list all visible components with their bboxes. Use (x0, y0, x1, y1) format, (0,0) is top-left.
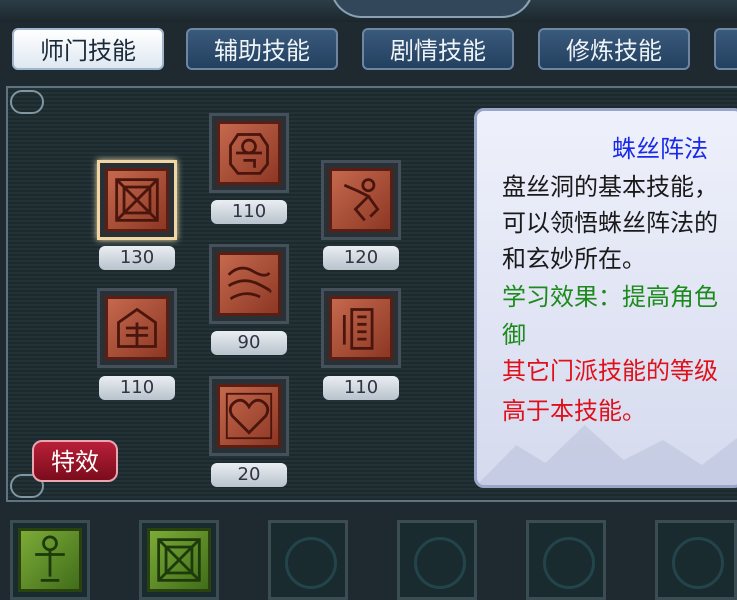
skill-level: 110 (323, 376, 399, 400)
web-swirl-icon (227, 266, 272, 300)
empty-slot-emblem-icon (672, 537, 724, 589)
skill-slot[interactable] (321, 160, 401, 240)
skill-detail-line: 其它门派技能的等级 (502, 357, 718, 385)
skill-level: 110 (99, 376, 175, 400)
skill-slot[interactable] (209, 376, 289, 456)
skill-detail-panel: 蛛丝阵法 盘丝洞的基本技能， 可以领悟蛛丝阵法的 和玄妙所在。 学习效果：提高角… (474, 108, 737, 488)
quickbar-slot[interactable] (139, 520, 219, 600)
quickbar-slot[interactable] (268, 520, 348, 600)
tab-cultivation-skills[interactable]: 修炼技能 (538, 28, 690, 70)
skill-slot[interactable] (97, 288, 177, 368)
tab-more[interactable] (714, 28, 737, 70)
skill-slot[interactable] (97, 160, 177, 240)
title-cap-ornament (330, 0, 534, 18)
effects-button[interactable]: 特效 (32, 440, 118, 482)
quickbar-slot[interactable] (397, 520, 477, 600)
empty-slot-emblem-icon (543, 537, 595, 589)
skill-level: 20 (211, 463, 287, 487)
skill-detail-line: 可以领悟蛛丝阵法的 (502, 209, 718, 237)
tab-school-skills[interactable]: 师门技能 (12, 28, 164, 70)
skill-level: 120 (323, 246, 399, 270)
green-maze-icon (157, 538, 201, 582)
empty-slot-emblem-icon (414, 537, 466, 589)
skill-slot[interactable] (209, 244, 289, 324)
skill-level: 90 (211, 331, 287, 355)
skill-detail-title: 蛛丝阵法 (612, 135, 708, 163)
window-top-bar (0, 0, 737, 22)
running-figure-icon (343, 178, 380, 222)
tab-story-skills[interactable]: 剧情技能 (362, 28, 514, 70)
skill-slot[interactable] (209, 113, 289, 193)
tab-assist-skills[interactable]: 辅助技能 (186, 28, 338, 70)
skill-level: 130 (99, 246, 175, 270)
skill-level: 110 (211, 200, 287, 224)
scroll-icon (342, 308, 374, 350)
skill-detail-line: 学习效果：提高角色 (502, 283, 718, 311)
house-icon (117, 307, 157, 348)
skill-detail-line: 御 (502, 321, 526, 349)
quickbar-slot[interactable] (655, 520, 737, 600)
square-maze-icon (115, 178, 159, 222)
empty-slot-emblem-icon (285, 537, 337, 589)
skill-detail-line: 和玄妙所在。 (502, 245, 646, 273)
mountain-decoration (477, 425, 737, 485)
skill-slot[interactable] (321, 288, 401, 368)
quickbar-slot[interactable] (10, 520, 90, 600)
skill-detail-line: 盘丝洞的基本技能， (502, 173, 718, 201)
corner-ornament (10, 90, 44, 114)
heart-icon (225, 392, 273, 440)
quickbar-slot[interactable] (526, 520, 606, 600)
green-figure-icon (35, 535, 65, 582)
lantern-icon (229, 133, 269, 175)
